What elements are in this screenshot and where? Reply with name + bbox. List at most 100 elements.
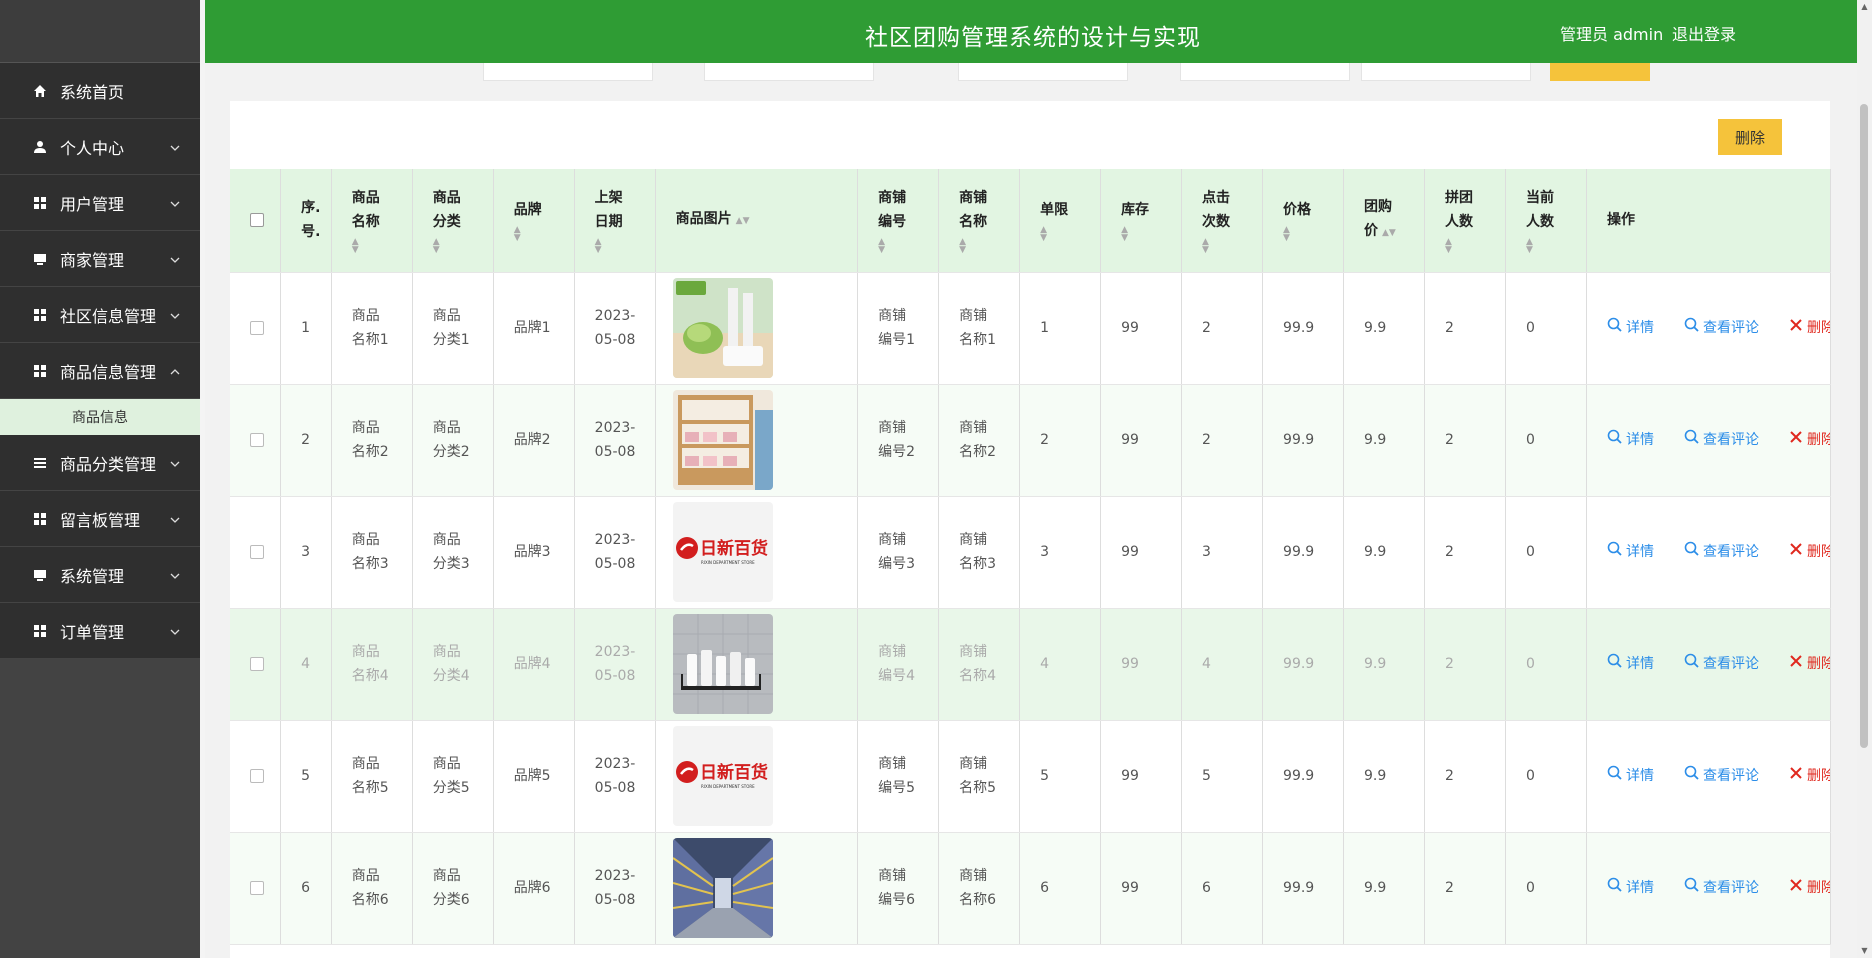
sort-icon[interactable]: ▲▼ <box>1202 238 1262 255</box>
table-row[interactable]: 3 商品 名称3 商品 分类3 品牌3 2023- 05-08 日新百货 RIXIN DEPART… <box>230 496 1832 609</box>
view-comments-button[interactable]: 查看评论 <box>1684 764 1759 788</box>
group-price-cell: 9.9 <box>1343 384 1425 497</box>
delete-button[interactable]: 删除 <box>1789 876 1830 900</box>
sort-icon[interactable]: ▲▼ <box>1382 228 1396 238</box>
view-comments-button[interactable]: 查看评论 <box>1684 428 1759 452</box>
product-image[interactable] <box>672 614 857 714</box>
sidebar-item-8[interactable]: 系统管理 <box>0 547 200 603</box>
view-comments-button[interactable]: 查看评论 <box>1684 540 1759 564</box>
search-field-1[interactable] <box>483 63 653 81</box>
delete-button[interactable]: 删除 <box>1789 764 1830 788</box>
col-image[interactable]: 商品图片 ▲▼ <box>655 169 859 273</box>
row-checkbox[interactable] <box>250 321 264 335</box>
detail-button[interactable]: 详情 <box>1607 876 1654 900</box>
image-cell <box>655 832 859 945</box>
sidebar-item-3[interactable]: 商家管理 <box>0 231 200 287</box>
col-group-people[interactable]: 拼团 人数 ▲ ▼ <box>1424 169 1506 273</box>
shop-no-cell: 商铺 编号4 <box>857 608 940 721</box>
col-brand[interactable]: 品牌 ▲ ▼ <box>493 169 575 273</box>
index-cell: 1 <box>280 272 332 385</box>
sort-icon[interactable]: ▲▼ <box>433 238 493 255</box>
col-price[interactable]: 价格 ▲ ▼ <box>1262 169 1345 273</box>
scrollbar-thumb[interactable] <box>1860 104 1868 748</box>
batch-delete-button[interactable]: 删除 <box>1718 119 1782 155</box>
logout-link[interactable]: 退出登录 <box>1672 21 1736 45</box>
col-limit[interactable]: 单限 ▲ ▼ <box>1019 169 1102 273</box>
product-image[interactable] <box>672 838 857 938</box>
sidebar-item-5[interactable]: 商品信息管理 <box>0 343 200 399</box>
sort-icon[interactable]: ▲▼ <box>959 238 1019 255</box>
sidebar-item-0[interactable]: 系统首页 <box>0 63 200 119</box>
delete-button[interactable]: 删除 <box>1789 428 1830 452</box>
sidebar-item-2[interactable]: 用户管理 <box>0 175 200 231</box>
table-row[interactable]: 2 商品 名称2 商品 分类2 品牌2 2023- 05-08 商铺 编号2 商铺 名称2 2 99 2 99… <box>230 384 1832 497</box>
sort-icon[interactable]: ▲▼ <box>595 238 655 255</box>
view-comments-button[interactable]: 查看评论 <box>1684 316 1759 340</box>
search-field-3[interactable] <box>958 63 1128 81</box>
sort-icon[interactable]: ▲▼ <box>1121 226 1181 243</box>
chevron-up-icon <box>170 364 180 378</box>
col-current-people[interactable]: 当前 人数 ▲ ▼ <box>1505 169 1587 273</box>
search-button[interactable] <box>1550 63 1650 81</box>
view-comments-button[interactable]: 查看评论 <box>1684 876 1759 900</box>
sidebar-item-9[interactable]: 订单管理 <box>0 603 200 659</box>
product-image[interactable] <box>672 278 857 378</box>
row-checkbox[interactable] <box>250 657 264 671</box>
detail-button[interactable]: 详情 <box>1607 764 1654 788</box>
sort-icon[interactable]: ▲▼ <box>736 216 750 226</box>
scroll-up-arrow[interactable]: ▲ <box>1860 2 1869 11</box>
detail-button[interactable]: 详情 <box>1607 316 1654 340</box>
row-checkbox[interactable] <box>250 769 264 783</box>
sort-icon[interactable]: ▲▼ <box>352 238 412 255</box>
table-row[interactable]: 1 商品 名称1 商品 分类1 品牌1 2023- 05-08 商铺 编号1 商铺 名称1 1 99 2 99… <box>230 272 1832 385</box>
search-icon <box>1684 540 1703 564</box>
delete-button[interactable]: 删除 <box>1789 540 1830 564</box>
brand-cell: 品牌6 <box>493 832 575 945</box>
scroll-down-arrow[interactable]: ▼ <box>1860 946 1869 955</box>
sidebar-item-7[interactable]: 留言板管理 <box>0 491 200 547</box>
sidebar-item-4[interactable]: 社区信息管理 <box>0 287 200 343</box>
col-date[interactable]: 上架 日期 ▲ ▼ <box>574 169 656 273</box>
sort-icon[interactable]: ▲▼ <box>1445 238 1505 255</box>
sort-icon[interactable]: ▲▼ <box>1283 226 1343 243</box>
row-checkbox[interactable] <box>250 545 264 559</box>
view-comments-button[interactable]: 查看评论 <box>1684 652 1759 676</box>
sort-icon[interactable]: ▲▼ <box>1040 226 1100 243</box>
actions-cell: 详情 查看评论 删除 <box>1586 832 1832 945</box>
table-row[interactable]: 6 商品 名称6 商品 分类6 品牌6 2023- 05-08 商铺 编号6 商铺 名称6 6 99 6 99… <box>230 832 1832 945</box>
detail-button[interactable]: 详情 <box>1607 652 1654 676</box>
col-name[interactable]: 商品 名称 ▲ ▼ <box>331 169 413 273</box>
sidebar-item-label: 系统首页 <box>60 82 125 102</box>
col-stock[interactable]: 库存 ▲ ▼ <box>1100 169 1183 273</box>
delete-button[interactable]: 删除 <box>1789 652 1830 676</box>
select-all-checkbox[interactable] <box>250 213 264 228</box>
product-image[interactable]: 日新百货 RIXIN DEPARTMENT STORE <box>672 726 857 826</box>
row-checkbox[interactable] <box>250 881 264 895</box>
delete-button[interactable]: 删除 <box>1789 316 1830 340</box>
search-field-4[interactable] <box>1180 63 1350 81</box>
table-row[interactable]: 4 商品 名称4 商品 分类4 品牌4 2023- 05-08 商铺 编号4 商铺 名称4 4 99 4 99… <box>230 608 1832 721</box>
product-image[interactable]: 日新百货 RIXIN DEPARTMENT STORE <box>672 502 857 602</box>
category-cell: 商品 分类1 <box>412 272 494 385</box>
sort-icon[interactable]: ▲▼ <box>514 226 574 243</box>
sidebar-item-6[interactable]: 商品分类管理 <box>0 435 200 491</box>
col-clicks[interactable]: 点击 次数 ▲ ▼ <box>1181 169 1264 273</box>
sidebar-subitem-product-info[interactable]: 商品信息 <box>0 399 200 435</box>
sort-icon[interactable]: ▲▼ <box>878 238 938 255</box>
detail-button[interactable]: 详情 <box>1607 428 1654 452</box>
date-cell: 2023- 05-08 <box>574 384 656 497</box>
col-category[interactable]: 商品 分类 ▲ ▼ <box>412 169 494 273</box>
sort-icon[interactable]: ▲▼ <box>1526 238 1586 255</box>
detail-button[interactable]: 详情 <box>1607 540 1654 564</box>
search-icon <box>1607 876 1626 900</box>
table-row[interactable]: 5 商品 名称5 商品 分类5 品牌5 2023- 05-08 日新百货 RIXIN DEPART… <box>230 720 1832 833</box>
product-image[interactable] <box>672 390 857 490</box>
col-shop-no[interactable]: 商铺 编号 ▲ ▼ <box>857 169 940 273</box>
col-shop-name[interactable]: 商铺 名称 ▲ ▼ <box>938 169 1021 273</box>
search-field-2[interactable] <box>704 63 874 81</box>
col-group-price[interactable]: 团购价 ▲▼ <box>1343 169 1425 273</box>
sidebar-item-1[interactable]: 个人中心 <box>0 119 200 175</box>
row-checkbox[interactable] <box>250 433 264 447</box>
search-field-5[interactable] <box>1361 63 1531 81</box>
grid-icon <box>32 307 48 323</box>
